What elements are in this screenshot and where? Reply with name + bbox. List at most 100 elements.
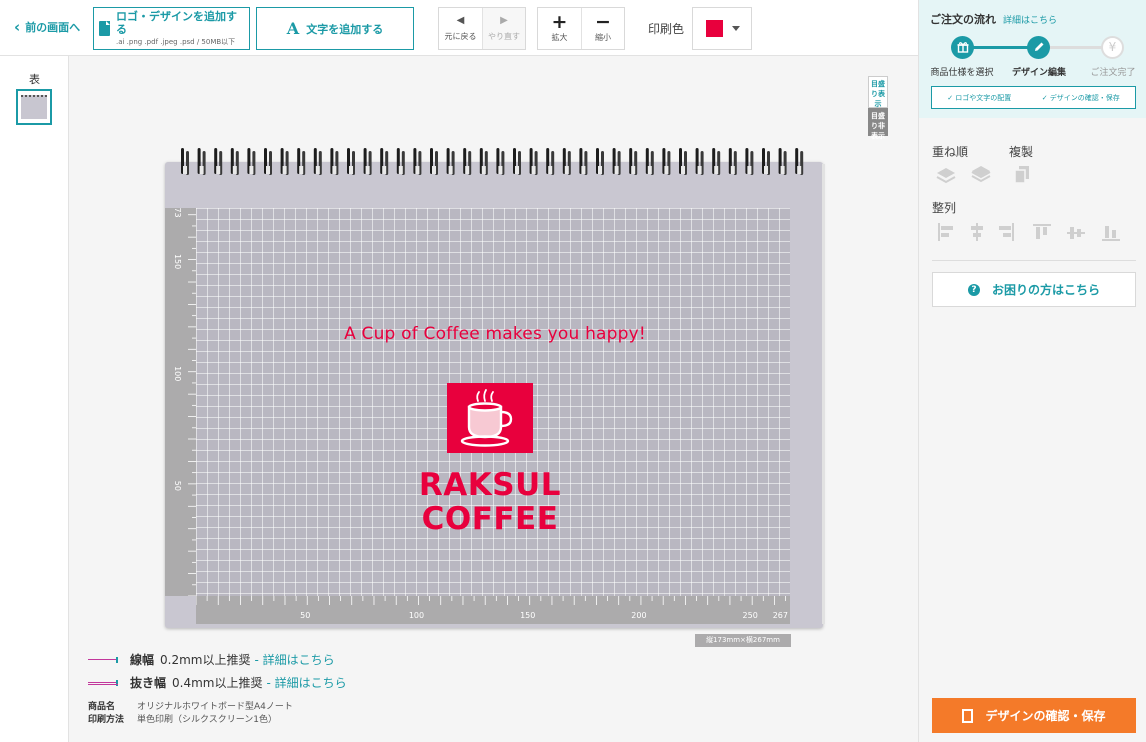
spiral-coil	[446, 148, 455, 175]
spiral-coil	[347, 148, 355, 175]
add-logo-formats: .ai .png .pdf .jpeg .psd / 50MB以下	[116, 38, 236, 46]
confirm-save-label: デザインの確認・保存	[985, 709, 1106, 723]
zoom-out-button[interactable]: − 縮小	[581, 8, 624, 49]
line-width-details-link[interactable]: - 詳細はこちら	[254, 651, 334, 668]
help-button[interactable]: ? お困りの方はこちら	[932, 272, 1136, 307]
add-logo-button[interactable]: ロゴ・デザインを追加する .ai .png .pdf .jpeg .psd / …	[93, 7, 250, 50]
print-method-key: 印刷方法	[88, 715, 125, 725]
spiral-coil	[513, 148, 521, 175]
ruler-bottom: 50 100 150 200 250 267	[195, 596, 790, 624]
ruler-bottom-label: 50	[300, 611, 310, 620]
ruler-left-label: 150	[173, 254, 182, 269]
zoom-group: + 拡大 − 縮小	[537, 7, 625, 50]
undo-button[interactable]: ◀ 元に戻る	[439, 8, 482, 49]
add-logo-label: ロゴ・デザインを追加する	[116, 10, 237, 36]
cutout-width-sample-icon	[88, 679, 124, 686]
redo-label: やり直す	[488, 32, 520, 41]
step-label-spec: 商品仕様を選択	[930, 68, 994, 78]
spiral-coil	[795, 148, 804, 175]
confirm-save-button[interactable]: デザインの確認・保存	[932, 698, 1136, 733]
text-icon: A	[286, 19, 300, 38]
ruler-left-label: 50	[173, 481, 182, 491]
cutout-width-value: 0.4mm以上推奨	[172, 676, 263, 690]
spiral-coil	[679, 148, 687, 175]
send-backward-icon[interactable]	[971, 165, 991, 183]
cutout-details-link[interactable]: - 詳細はこちら	[266, 674, 346, 691]
spiral-coil	[546, 148, 555, 175]
align-bottom-icon[interactable]	[1102, 226, 1120, 241]
check-item-placement: ✓ ロゴや文字の配置	[947, 93, 1012, 102]
spiral-coil	[297, 148, 306, 175]
page-strip: 表	[0, 56, 69, 742]
spiral-coil	[596, 148, 604, 175]
spiral-coil	[247, 148, 256, 175]
spiral-coil	[214, 148, 223, 175]
line-width-sample-icon	[88, 656, 124, 663]
print-method-value: 単色印刷（シルクスクリーン1色）	[137, 715, 278, 725]
align-left-icon[interactable]	[938, 223, 953, 241]
spiral-coil	[762, 148, 770, 175]
align-top-icon[interactable]	[1033, 224, 1051, 239]
spiral-coil	[396, 148, 405, 175]
add-text-label: 文字を追加する	[306, 22, 384, 36]
spiral-coil	[380, 148, 389, 175]
layer-order-label: 重ね順	[932, 145, 969, 159]
align-right-icon[interactable]	[999, 223, 1014, 241]
spiral-coil	[181, 148, 189, 175]
print-color-select[interactable]	[692, 7, 752, 50]
align-label: 整列	[932, 201, 957, 215]
spiral-coil	[745, 148, 754, 175]
spiral-coil	[413, 148, 422, 175]
spiral-coil	[562, 148, 571, 175]
align-toolbar	[938, 223, 1120, 241]
top-toolbar: ‹ 前の画面へ ロゴ・デザインを追加する .ai .png .pdf .jpeg…	[0, 0, 918, 56]
bring-forward-icon[interactable]	[936, 166, 956, 184]
line-width-value: 0.2mm以上推奨	[160, 653, 251, 667]
add-text-button[interactable]: A 文字を追加する	[256, 7, 414, 50]
order-flow-details-link[interactable]: 詳細はこちら	[1003, 13, 1057, 26]
design-tagline[interactable]: A Cup of Coffee makes you happy!	[165, 324, 825, 344]
spiral-coil	[280, 148, 289, 175]
chevron-down-icon	[732, 26, 740, 31]
guide-toggle: 目盛り表示 目盛り非表示	[868, 76, 888, 140]
page-edge	[822, 164, 825, 624]
duplicate-icon[interactable]	[1013, 165, 1031, 185]
product-info: 商品名 オリジナルホワイトボード型A4ノート 印刷方法 単色印刷（シルクスクリーン1…	[88, 701, 293, 727]
page-thumbnail-front[interactable]	[16, 89, 52, 125]
order-flow: ご注文の流れ 詳細はこちら ¥ 商品仕様を選択 デザイン編集 ご注文完了 ✓ ロ…	[919, 0, 1146, 118]
ruler-bottom-label: 267	[773, 611, 788, 620]
document-icon	[99, 21, 110, 36]
spiral-coil	[529, 148, 538, 175]
thumbnail-preview	[21, 95, 47, 119]
ruler-bottom-label: 150	[520, 611, 535, 620]
guide-on-button[interactable]: 目盛り表示	[868, 76, 888, 108]
align-center-h-icon[interactable]	[971, 223, 983, 241]
step-checklist: ✓ ロゴや文字の配置 ✓ デザインの確認・保存	[931, 86, 1136, 109]
guide-off-button[interactable]: 目盛り非表示	[868, 108, 888, 140]
history-group: ◀ 元に戻る ▶ やり直す	[438, 7, 526, 50]
step-label-design: デザイン編集	[1011, 68, 1066, 78]
spiral-coil	[197, 148, 206, 175]
redo-button[interactable]: ▶ やり直す	[482, 8, 525, 49]
check-item-save: ✓ デザインの確認・保存	[1041, 93, 1120, 102]
cutout-width-label: 抜き幅	[130, 676, 167, 690]
align-center-v-icon[interactable]	[1067, 227, 1085, 239]
spiral-coil	[712, 148, 721, 175]
step-label-complete: ご注文完了	[1090, 68, 1136, 78]
coffee-cup-icon	[460, 389, 513, 447]
coffee-cup-logo[interactable]	[447, 383, 533, 453]
page-label-front: 表	[29, 73, 40, 86]
panel-divider	[932, 260, 1136, 261]
zoom-in-button[interactable]: + 拡大	[538, 8, 581, 49]
plus-icon: +	[551, 11, 568, 33]
back-link[interactable]: ‹ 前の画面へ	[14, 19, 80, 35]
spiral-coil	[264, 148, 272, 175]
spiral-coil	[778, 148, 787, 175]
spiral-coil	[695, 148, 704, 175]
right-panel: ご注文の流れ 詳細はこちら ¥ 商品仕様を選択 デザイン編集 ご注文完了 ✓ ロ…	[918, 0, 1146, 742]
product-name-value: オリジナルホワイトボード型A4ノート	[137, 702, 293, 712]
ruler-left-label: 173	[173, 208, 182, 218]
ruler-bottom-label: 100	[409, 611, 424, 620]
brand-wordmark[interactable]: RAKSUL COFFEE	[405, 468, 575, 536]
help-button-label: お困りの方はこちら	[991, 283, 1100, 297]
